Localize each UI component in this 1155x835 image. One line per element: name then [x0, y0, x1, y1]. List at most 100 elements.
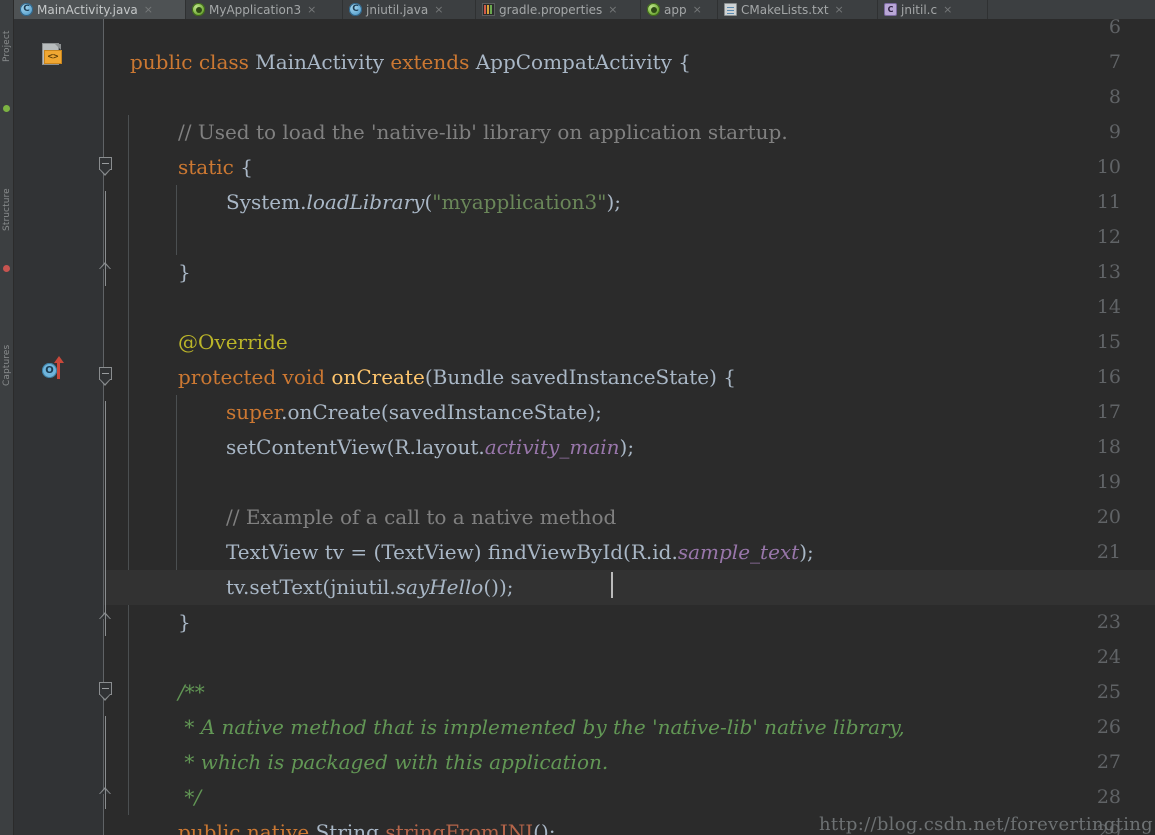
- tool-strip-item-structure[interactable]: Structure: [2, 188, 12, 231]
- code-token: * A native method that is implemented by…: [178, 715, 905, 739]
- code-token: AppCompatActivity: [475, 50, 679, 74]
- editor-tab-bar[interactable]: MainActivity.java × MyApplication3 × jni…: [14, 0, 1155, 19]
- editor-tab-mainactivity[interactable]: MainActivity.java ×: [14, 0, 186, 19]
- overriding-method-icon[interactable]: [42, 356, 68, 383]
- code-token: }: [178, 260, 191, 284]
- code-token: onCreate: [331, 365, 425, 389]
- code-token: ) {: [709, 365, 736, 389]
- code-line[interactable]: * A native method that is implemented by…: [104, 710, 1155, 745]
- text-file-icon: [724, 3, 737, 16]
- code-line[interactable]: [104, 80, 1155, 115]
- editor-tab-cmakelists[interactable]: CMakeLists.txt ×: [718, 0, 878, 19]
- code-line[interactable]: super.onCreate(savedInstanceState);: [104, 395, 1155, 430]
- java-class-icon: [20, 3, 33, 16]
- code-line[interactable]: [104, 220, 1155, 255]
- code-token: System: [226, 190, 301, 214]
- code-token: );: [619, 435, 635, 459]
- code-token: MainActivity: [255, 50, 391, 74]
- code-token: // Example of a call to a native method: [226, 505, 617, 529]
- editor-tab-label: jnitil.c: [901, 2, 938, 17]
- code-line[interactable]: // Used to load the 'native-lib' library…: [104, 115, 1155, 150]
- editor-tab-gradle-properties[interactable]: gradle.properties ×: [476, 0, 641, 19]
- code-line[interactable]: */: [104, 780, 1155, 815]
- code-token: class: [198, 50, 256, 74]
- code-token: super: [226, 400, 282, 424]
- code-token: setContentView(R: [226, 435, 410, 459]
- code-line[interactable]: }: [104, 255, 1155, 290]
- code-line[interactable]: TextView tv = (TextView) findViewById(R.…: [104, 535, 1155, 570]
- code-line[interactable]: tv.setText(jniutil.sayHello());: [104, 570, 1155, 605]
- close-icon[interactable]: ×: [693, 4, 702, 15]
- fold-region-line: [105, 191, 106, 286]
- code-token: // Used to load the 'native-lib' library…: [178, 120, 788, 144]
- code-token: extends: [390, 50, 476, 74]
- code-token: ());: [483, 575, 514, 599]
- editor-tab-label: MyApplication3: [209, 2, 302, 17]
- code-token: * which is packaged with this applicatio…: [178, 750, 609, 774]
- code-token: loadLibrary: [306, 190, 425, 214]
- code-token: protected: [178, 365, 283, 389]
- code-token: ();: [533, 820, 556, 835]
- code-token: public: [178, 820, 247, 835]
- close-icon[interactable]: ×: [307, 4, 316, 15]
- code-token: activity_main: [484, 435, 620, 459]
- code-line[interactable]: }: [104, 605, 1155, 640]
- tool-strip-item-captures[interactable]: Captures: [2, 344, 12, 386]
- code-token: void: [282, 365, 332, 389]
- editor-tab-myapplication3[interactable]: MyApplication3 ×: [186, 0, 343, 19]
- code-token: TextView tv = (TextView) findViewById(R: [226, 540, 646, 564]
- code-line[interactable]: @Override: [104, 325, 1155, 360]
- code-line[interactable]: [104, 290, 1155, 325]
- editor-tab-jniutil-java[interactable]: jniutil.java ×: [343, 0, 476, 19]
- close-icon[interactable]: ×: [835, 4, 844, 15]
- code-line[interactable]: [104, 640, 1155, 675]
- editor-tab-label: MainActivity.java: [37, 2, 138, 17]
- code-line[interactable]: setContentView(R.layout.activity_main);: [104, 430, 1155, 465]
- code-line[interactable]: protected void onCreate(Bundle savedInst…: [104, 360, 1155, 395]
- code-token: stringFromJNI: [385, 820, 534, 835]
- editor-tab-jnitil-c[interactable]: jnitil.c ×: [878, 0, 988, 19]
- code-token: tv.setText(jniutil.: [226, 575, 396, 599]
- close-icon[interactable]: ×: [434, 4, 443, 15]
- code-token: );: [799, 540, 814, 564]
- code-token: .id.: [645, 540, 678, 564]
- left-tool-window-strip[interactable]: Project Structure Captures: [0, 0, 14, 835]
- editor-tab-app[interactable]: app ×: [641, 0, 718, 19]
- code-token: */: [178, 785, 202, 809]
- code-token: public: [130, 50, 199, 74]
- close-icon[interactable]: ×: [144, 4, 153, 15]
- editor-tab-label: app: [664, 2, 687, 17]
- code-token: "myapplication3": [432, 190, 607, 214]
- code-line[interactable]: // Example of a call to a native method: [104, 500, 1155, 535]
- editor-gutter[interactable]: [14, 19, 104, 835]
- code-line[interactable]: [104, 19, 1155, 45]
- code-token: );: [606, 190, 622, 214]
- code-line[interactable]: public class MainActivity extends AppCom…: [104, 45, 1155, 80]
- code-token: native: [246, 820, 316, 835]
- code-token: Bundle savedInstanceState: [432, 365, 710, 389]
- code-line[interactable]: * which is packaged with this applicatio…: [104, 745, 1155, 780]
- fold-region-line: [105, 716, 106, 809]
- editor-tab-label: CMakeLists.txt: [741, 2, 829, 17]
- watermark-text: http://blog.csdn.net/forevertingting: [818, 814, 1153, 835]
- class-file-icon[interactable]: [40, 42, 66, 68]
- tool-strip-item-project[interactable]: Project: [2, 20, 12, 63]
- code-token: sayHello: [395, 575, 484, 599]
- code-line[interactable]: System.loadLibrary("myapplication3");: [104, 185, 1155, 220]
- code-token: }: [178, 610, 191, 634]
- text-caret: [611, 572, 613, 598]
- code-text-area[interactable]: public class MainActivity extends AppCom…: [104, 19, 1155, 835]
- code-line[interactable]: static {: [104, 150, 1155, 185]
- close-icon[interactable]: ×: [608, 4, 617, 15]
- code-token: String: [315, 820, 386, 835]
- code-editor[interactable]: 6789101112131415161718192021222324252627…: [14, 19, 1155, 835]
- code-token: (: [424, 365, 433, 389]
- java-class-icon: [349, 3, 362, 16]
- code-token: {: [678, 50, 692, 74]
- code-token: .onCreate(savedInstanceState);: [281, 400, 602, 424]
- error-dot-icon: [3, 265, 10, 272]
- close-icon[interactable]: ×: [943, 4, 952, 15]
- ide-window: Project Structure Captures MainActivity.…: [0, 0, 1155, 835]
- code-line[interactable]: [104, 465, 1155, 500]
- code-line[interactable]: /**: [104, 675, 1155, 710]
